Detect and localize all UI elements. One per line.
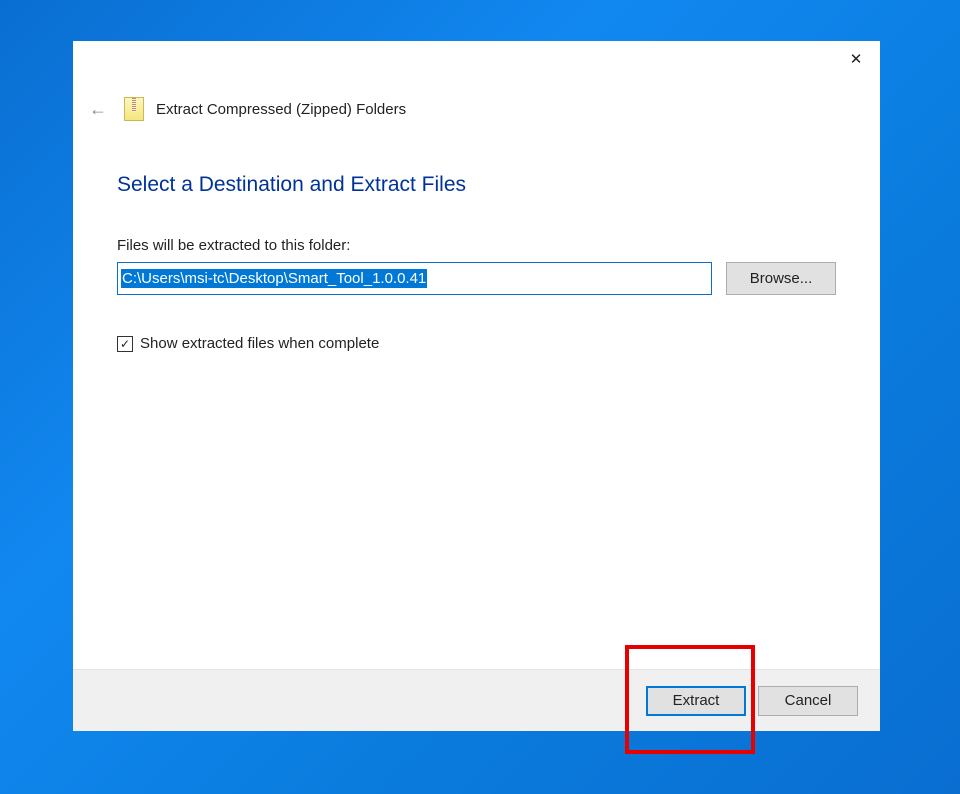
close-button[interactable]: ✕ [832, 41, 880, 77]
zip-folder-icon [124, 97, 144, 121]
main-heading: Select a Destination and Extract Files [117, 173, 836, 197]
path-row: C:\Users\msi-tc\Desktop\Smart_Tool_1.0.0… [117, 262, 836, 295]
show-files-checkbox[interactable]: ✓ [117, 336, 133, 352]
destination-path-input[interactable]: C:\Users\msi-tc\Desktop\Smart_Tool_1.0.0… [117, 262, 712, 295]
show-files-checkbox-row[interactable]: ✓ Show extracted files when complete [117, 335, 836, 352]
extract-button[interactable]: Extract [646, 686, 746, 716]
extract-dialog: ✕ ← Extract Compressed (Zipped) Folders … [73, 41, 880, 731]
browse-button[interactable]: Browse... [726, 262, 836, 295]
folder-label: Files will be extracted to this folder: [117, 237, 836, 254]
cancel-button[interactable]: Cancel [758, 686, 858, 716]
dialog-title: Extract Compressed (Zipped) Folders [156, 101, 406, 118]
arrow-left-icon: ← [89, 99, 107, 120]
dialog-header: ← Extract Compressed (Zipped) Folders [73, 97, 880, 121]
dialog-footer: Extract Cancel [73, 669, 880, 731]
path-selected-text: C:\Users\msi-tc\Desktop\Smart_Tool_1.0.0… [121, 269, 427, 288]
show-files-label: Show extracted files when complete [140, 335, 379, 352]
back-button[interactable]: ← [87, 98, 109, 120]
close-icon: ✕ [850, 50, 863, 68]
titlebar: ✕ [73, 41, 880, 85]
checkmark-icon: ✓ [120, 338, 130, 350]
dialog-content: Select a Destination and Extract Files F… [73, 121, 880, 669]
